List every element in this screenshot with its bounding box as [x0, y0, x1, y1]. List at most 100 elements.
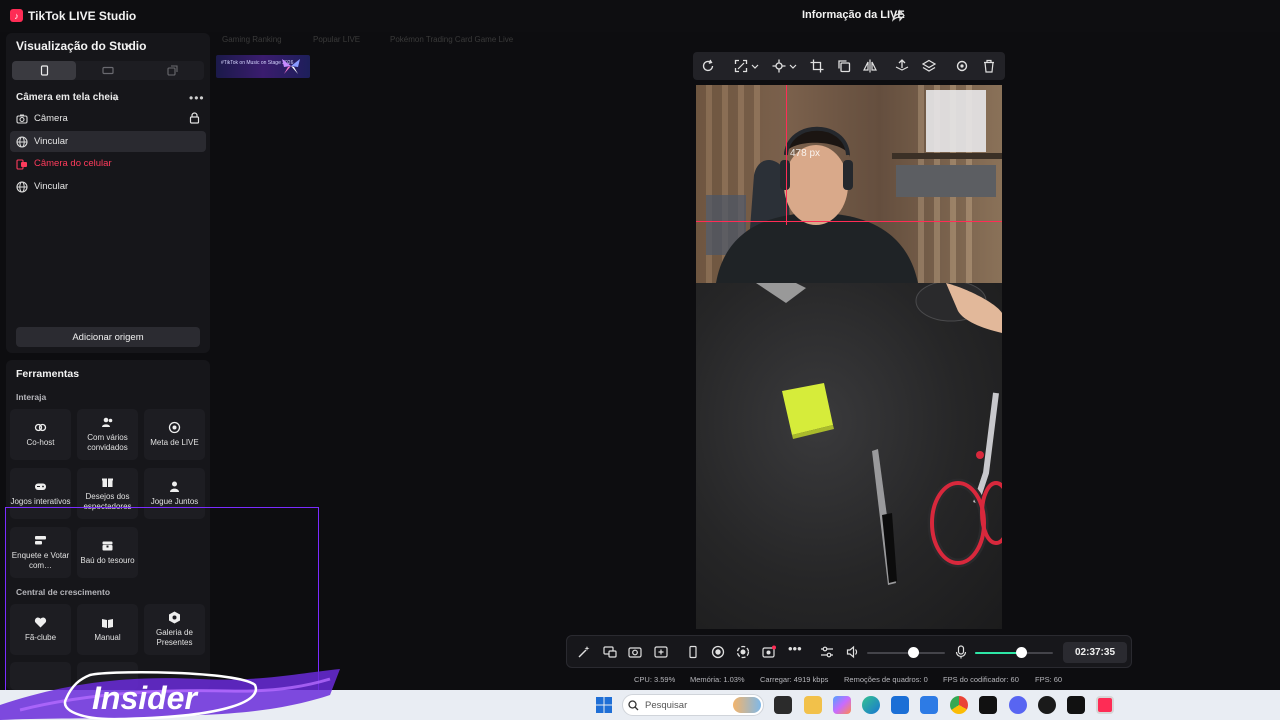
- tool-viewer-wishes[interactable]: Desejos dos espectadores: [77, 468, 138, 519]
- tool-play-together[interactable]: Jogue Juntos: [144, 468, 205, 519]
- screen-share-icon[interactable]: [603, 645, 617, 659]
- category-tab[interactable]: Popular LIVE: [313, 35, 360, 44]
- trash-icon[interactable]: [982, 59, 996, 73]
- phone-camera-feed[interactable]: [696, 283, 1002, 629]
- fit-screen-icon[interactable]: [734, 59, 748, 73]
- globe-icon: [16, 180, 28, 193]
- search-icon: [628, 700, 639, 711]
- add-source-button[interactable]: Adicionar origem: [16, 327, 200, 347]
- tool-co-host[interactable]: Co-host: [10, 409, 71, 460]
- duplicate-icon[interactable]: [837, 59, 851, 73]
- speaker-icon[interactable]: [846, 645, 860, 659]
- butterfly-icon: [282, 59, 300, 74]
- promo-thumbnail[interactable]: #TikTok on Music on Stage 2026: [216, 55, 310, 78]
- tool-multi-guest[interactable]: Com vários convidados: [77, 409, 138, 460]
- webcam-image: [696, 85, 1002, 283]
- taskbar-search-placeholder: Pesquisar: [645, 700, 688, 711]
- title-bar: ♪ TikTok LIVE Studio Informação da LIVE: [0, 0, 1280, 32]
- tool-label: Jogue Juntos: [150, 497, 199, 506]
- mic-slider-knob[interactable]: [1016, 647, 1028, 658]
- phone-icon[interactable]: [686, 645, 700, 659]
- camera-settings-icon[interactable]: [628, 645, 642, 659]
- live-preview[interactable]: 478 px: [696, 85, 1002, 629]
- scene-title[interactable]: Câmera em tela cheia: [16, 92, 118, 103]
- chevron-down-icon[interactable]: [751, 59, 759, 73]
- source-item-link-2[interactable]: Vincular: [10, 176, 206, 197]
- more-icon[interactable]: •••: [189, 91, 205, 105]
- bring-forward-icon[interactable]: [895, 59, 909, 73]
- volume-slider[interactable]: [867, 652, 945, 654]
- file-explorer-icon[interactable]: [804, 696, 822, 714]
- dual-layout-button[interactable]: [140, 61, 204, 80]
- discord-icon[interactable]: [1009, 696, 1027, 714]
- landscape-button[interactable]: [76, 61, 140, 80]
- tool-manual[interactable]: Manual: [77, 604, 138, 655]
- tool-treasure-chest[interactable]: Baú do tesouro: [77, 527, 138, 578]
- stat-dropped-frames: Remoções de quadros: 0: [844, 675, 928, 684]
- chevron-down-icon[interactable]: [789, 59, 797, 73]
- chevron-down-icon[interactable]: [112, 95, 119, 102]
- layers-icon[interactable]: [922, 59, 936, 73]
- magic-wand-icon[interactable]: [577, 645, 591, 659]
- source-item-phone-camera[interactable]: Câmera do celular: [10, 153, 206, 174]
- mail-icon[interactable]: [920, 696, 938, 714]
- heart-icon: [34, 617, 47, 628]
- insider-logo: Insider: [0, 669, 340, 720]
- flip-horizontal-icon[interactable]: [863, 59, 877, 73]
- capcut-icon-2[interactable]: [1067, 696, 1085, 714]
- tool-interactive-games[interactable]: Jogos interativos: [10, 468, 71, 519]
- live-info-button[interactable]: Informação da LIVE: [802, 9, 905, 21]
- landscape-icon: [102, 66, 114, 75]
- more-icon[interactable]: •••: [788, 641, 802, 656]
- copilot-icon[interactable]: [833, 696, 851, 714]
- add-scene-icon[interactable]: [654, 645, 668, 659]
- portrait-button[interactable]: [12, 61, 76, 80]
- tiktok-live-studio-taskbar-icon[interactable]: [1096, 696, 1114, 714]
- stat-fps: FPS: 60: [1035, 675, 1063, 684]
- volume-slider-knob[interactable]: [908, 647, 920, 658]
- chrome-icon[interactable]: [950, 696, 968, 714]
- tool-live-goal[interactable]: Meta de LIVE: [144, 409, 205, 460]
- share-icon[interactable]: [891, 9, 905, 23]
- task-view-icon[interactable]: [774, 696, 792, 714]
- gamepad-icon: [35, 483, 46, 490]
- chevron-down-icon[interactable]: [124, 41, 132, 49]
- record-icon[interactable]: [711, 645, 725, 659]
- edge-icon[interactable]: [862, 696, 880, 714]
- live-camera-icon[interactable]: [762, 645, 776, 659]
- book-icon: [102, 619, 113, 628]
- dual-layout-icon: [166, 65, 178, 76]
- replay-icon[interactable]: [736, 645, 750, 659]
- store-icon[interactable]: [891, 696, 909, 714]
- link-icon: [34, 423, 47, 432]
- crop-icon[interactable]: [810, 59, 824, 73]
- tool-gift-gallery[interactable]: Galeria de Presentes: [144, 604, 205, 655]
- source-item-link[interactable]: Vincular: [10, 131, 206, 152]
- windows-start-icon[interactable]: [596, 697, 612, 713]
- tool-poll[interactable]: Enquete e Votar com…: [10, 527, 71, 578]
- tool-label: Baú do tesouro: [80, 556, 135, 565]
- widget-icon[interactable]: [733, 697, 761, 713]
- tool-label: Co-host: [26, 438, 55, 447]
- alignment-guide-vertical: [786, 85, 787, 225]
- category-tab[interactable]: Gaming Ranking: [222, 35, 282, 44]
- microphone-icon[interactable]: [954, 645, 968, 659]
- capcut-icon[interactable]: [979, 696, 997, 714]
- tool-fan-club[interactable]: Fã-clube: [10, 604, 71, 655]
- orientation-selector: [12, 61, 204, 80]
- obs-icon[interactable]: [1038, 696, 1056, 714]
- source-item-camera[interactable]: Câmera: [10, 108, 206, 129]
- webcam-feed[interactable]: 478 px: [696, 85, 1002, 283]
- rotate-icon[interactable]: [701, 59, 715, 73]
- person-icon: [170, 481, 179, 492]
- stat-encoder-fps: FPS do codificador: 60: [943, 675, 1019, 684]
- align-center-icon[interactable]: [772, 59, 786, 73]
- settings-icon[interactable]: [955, 59, 969, 73]
- svg-text:Insider: Insider: [92, 680, 198, 716]
- section-label-interact: Interaja: [16, 392, 47, 402]
- audio-mixer-icon[interactable]: [820, 645, 834, 659]
- gift-icon: [102, 478, 113, 487]
- lock-icon[interactable]: [189, 112, 200, 124]
- phone-portrait-icon: [40, 65, 48, 76]
- category-tab[interactable]: Pokémon Trading Card Game Live: [390, 35, 513, 44]
